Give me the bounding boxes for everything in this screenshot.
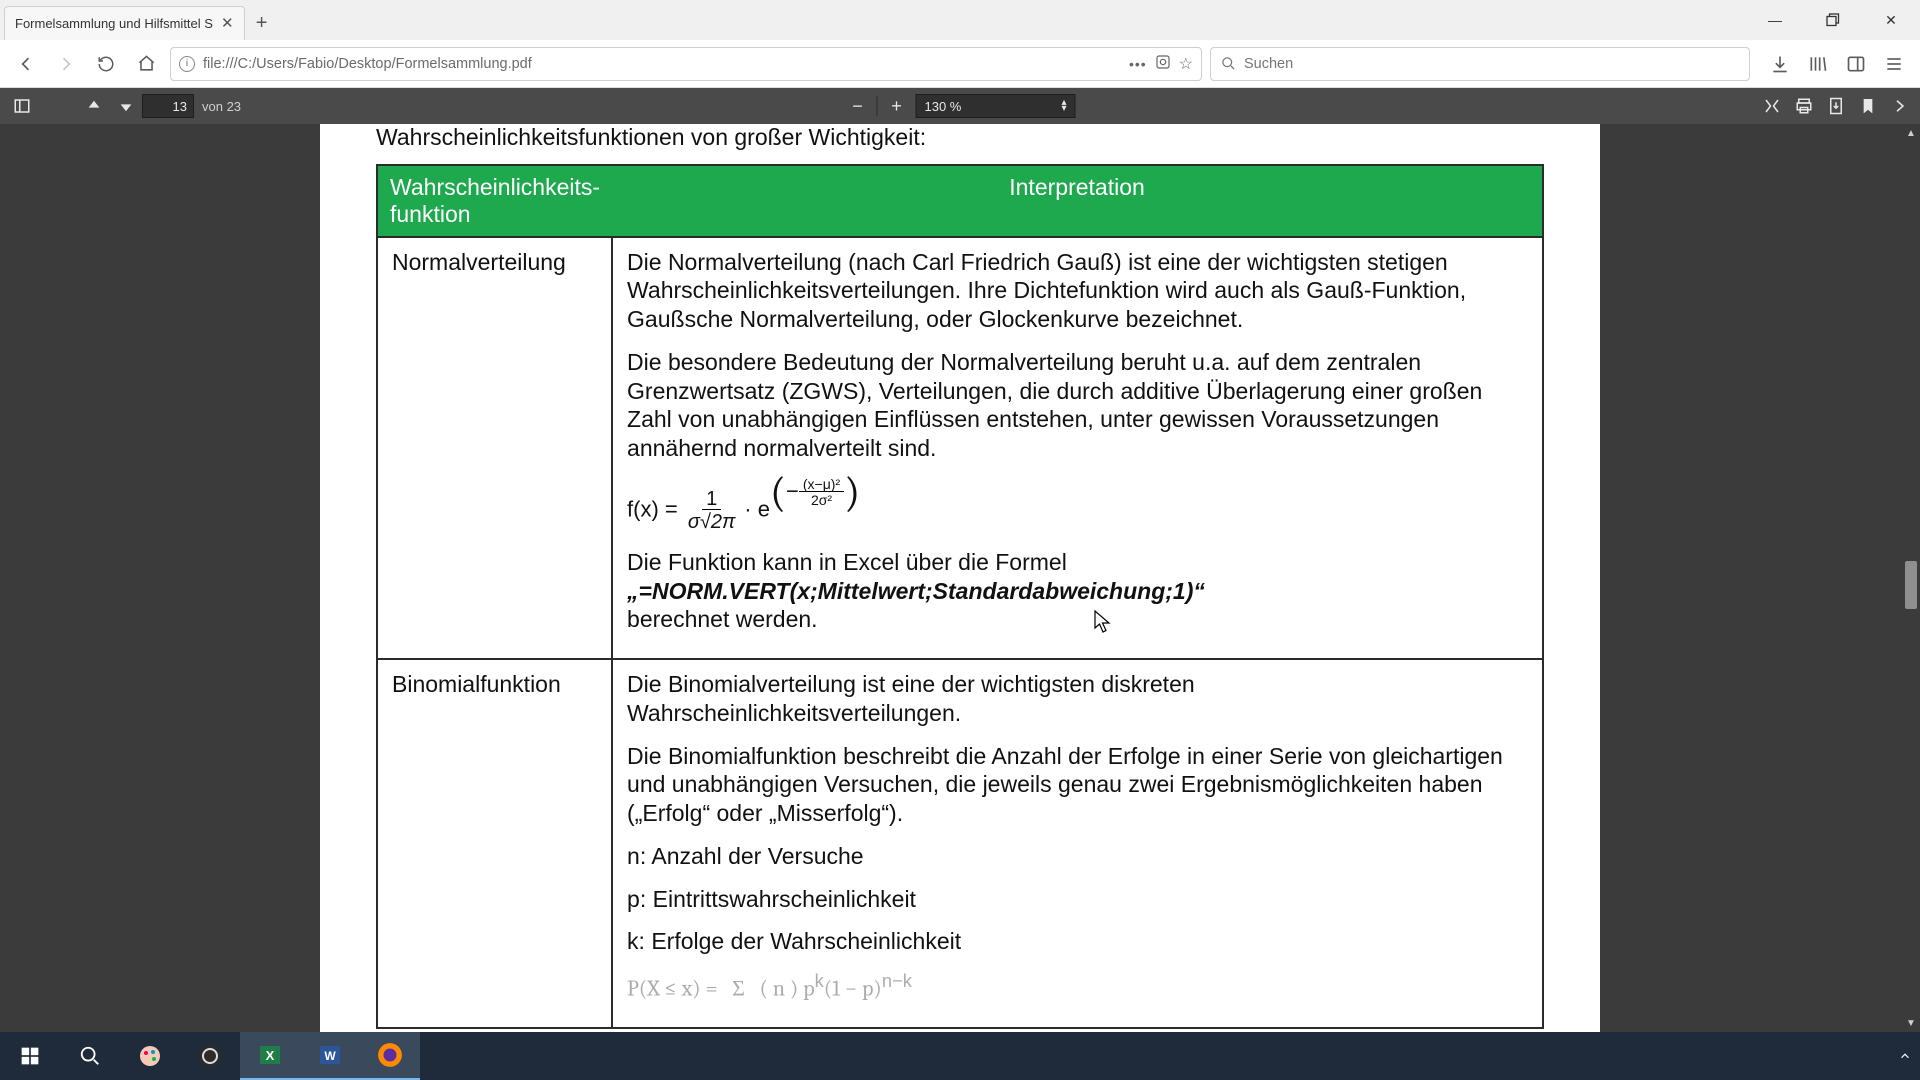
- pdf-toolbar: von 23 − + 130 % ▴▾: [0, 88, 1920, 124]
- page-down-button[interactable]: [110, 90, 142, 122]
- window-minimize-button[interactable]: ―: [1746, 0, 1804, 40]
- zoom-in-button[interactable]: +: [884, 93, 910, 119]
- bookmark-star-icon[interactable]: ☆: [1179, 54, 1193, 74]
- tab-title: Formelsammlung und Hilfsmittel S: [15, 16, 213, 31]
- dist-desc: Die Binomialverteilung ist eine der wich…: [612, 659, 1543, 1028]
- back-button[interactable]: [10, 48, 42, 80]
- browser-navbar: i file:///C:/Users/Fabio/Desktop/Formels…: [0, 40, 1920, 88]
- chevron-updown-icon: ▴▾: [1061, 100, 1066, 112]
- table-header-function: Wahrscheinlichkeits-funktion: [377, 165, 612, 237]
- new-tab-button[interactable]: +: [245, 6, 279, 40]
- svg-text:W: W: [324, 1049, 336, 1063]
- table-row: Binomialfunktion Die Binomialverteilung …: [377, 659, 1543, 1028]
- table-row: Normalverteilung Die Normalverteilung (n…: [377, 237, 1543, 660]
- zoom-out-button[interactable]: −: [845, 93, 871, 119]
- tab-strip: Formelsammlung und Hilfsmittel S ✕ +: [0, 0, 1920, 40]
- search-icon: [1221, 56, 1236, 71]
- taskbar-app-firefox[interactable]: [360, 1032, 420, 1080]
- table-header-interpretation: Interpretation: [612, 165, 1543, 237]
- download-pdf-button[interactable]: [1820, 90, 1852, 122]
- tray-chevron-icon[interactable]: [1898, 1049, 1912, 1063]
- tools-button[interactable]: [1884, 90, 1916, 122]
- menu-button[interactable]: [1878, 48, 1910, 80]
- page-number-input[interactable]: [142, 94, 194, 118]
- forward-button[interactable]: [50, 48, 82, 80]
- site-info-icon[interactable]: i: [179, 56, 195, 72]
- window-close-button[interactable]: ✕: [1862, 0, 1920, 40]
- system-tray[interactable]: [1898, 1032, 1912, 1080]
- presentation-button[interactable]: [1756, 90, 1788, 122]
- page-count-label: von 23: [202, 99, 241, 114]
- search-input[interactable]: [1244, 56, 1739, 72]
- pdf-page: Im Rahmen der stetigen und diskreten sin…: [320, 124, 1600, 1032]
- windows-taskbar[interactable]: X W: [0, 1032, 1920, 1080]
- scroll-thumb[interactable]: [1905, 561, 1917, 609]
- close-tab-button[interactable]: ✕: [221, 16, 234, 31]
- browser-tab[interactable]: Formelsammlung und Hilfsmittel S ✕: [4, 6, 245, 40]
- sidebar-button[interactable]: [1840, 48, 1872, 80]
- url-text: file:///C:/Users/Fabio/Desktop/Formelsam…: [203, 56, 1121, 72]
- dist-name: Normalverteilung: [377, 237, 612, 660]
- page-up-button[interactable]: [78, 90, 110, 122]
- dist-desc: Die Normalverteilung (nach Carl Friedric…: [612, 237, 1543, 660]
- taskbar-app-paint[interactable]: [120, 1032, 180, 1080]
- library-button[interactable]: [1802, 48, 1834, 80]
- zoom-value: 130 %: [925, 99, 962, 114]
- downloads-button[interactable]: [1764, 48, 1796, 80]
- zoom-select[interactable]: 130 % ▴▾: [916, 94, 1076, 118]
- reload-button[interactable]: [90, 48, 122, 80]
- home-button[interactable]: [130, 48, 162, 80]
- taskbar-search-button[interactable]: [60, 1032, 120, 1080]
- taskbar-app-obs[interactable]: [180, 1032, 240, 1080]
- search-box[interactable]: [1210, 47, 1750, 81]
- window-restore-button[interactable]: [1804, 0, 1862, 40]
- distribution-table: Wahrscheinlichkeits-funktion Interpretat…: [376, 164, 1544, 1029]
- toggle-sidebar-button[interactable]: [6, 90, 38, 122]
- pdf-viewport[interactable]: Im Rahmen der stetigen und diskreten sin…: [0, 124, 1920, 1032]
- address-bar[interactable]: i file:///C:/Users/Fabio/Desktop/Formels…: [170, 47, 1202, 81]
- vertical-scrollbar[interactable]: ▲ ▼: [1902, 124, 1920, 1032]
- normal-formula: f(x) = 1 σ√2π · e (− (x−μ)² 2σ² ): [627, 477, 1528, 534]
- tracking-shield-icon[interactable]: [1155, 54, 1171, 74]
- page-actions-icon[interactable]: •••: [1129, 56, 1147, 72]
- taskbar-app-word[interactable]: W: [300, 1032, 360, 1080]
- print-button[interactable]: [1788, 90, 1820, 122]
- start-button[interactable]: [0, 1032, 60, 1080]
- scroll-up-button[interactable]: ▲: [1902, 124, 1920, 142]
- dist-name: Binomialfunktion: [377, 659, 612, 1028]
- scroll-down-button[interactable]: ▼: [1902, 1014, 1920, 1032]
- svg-text:X: X: [266, 1048, 275, 1063]
- taskbar-app-excel[interactable]: X: [240, 1032, 300, 1080]
- bookmark-button[interactable]: [1852, 90, 1884, 122]
- intro-text: Im Rahmen der stetigen und diskreten sin…: [376, 124, 1544, 152]
